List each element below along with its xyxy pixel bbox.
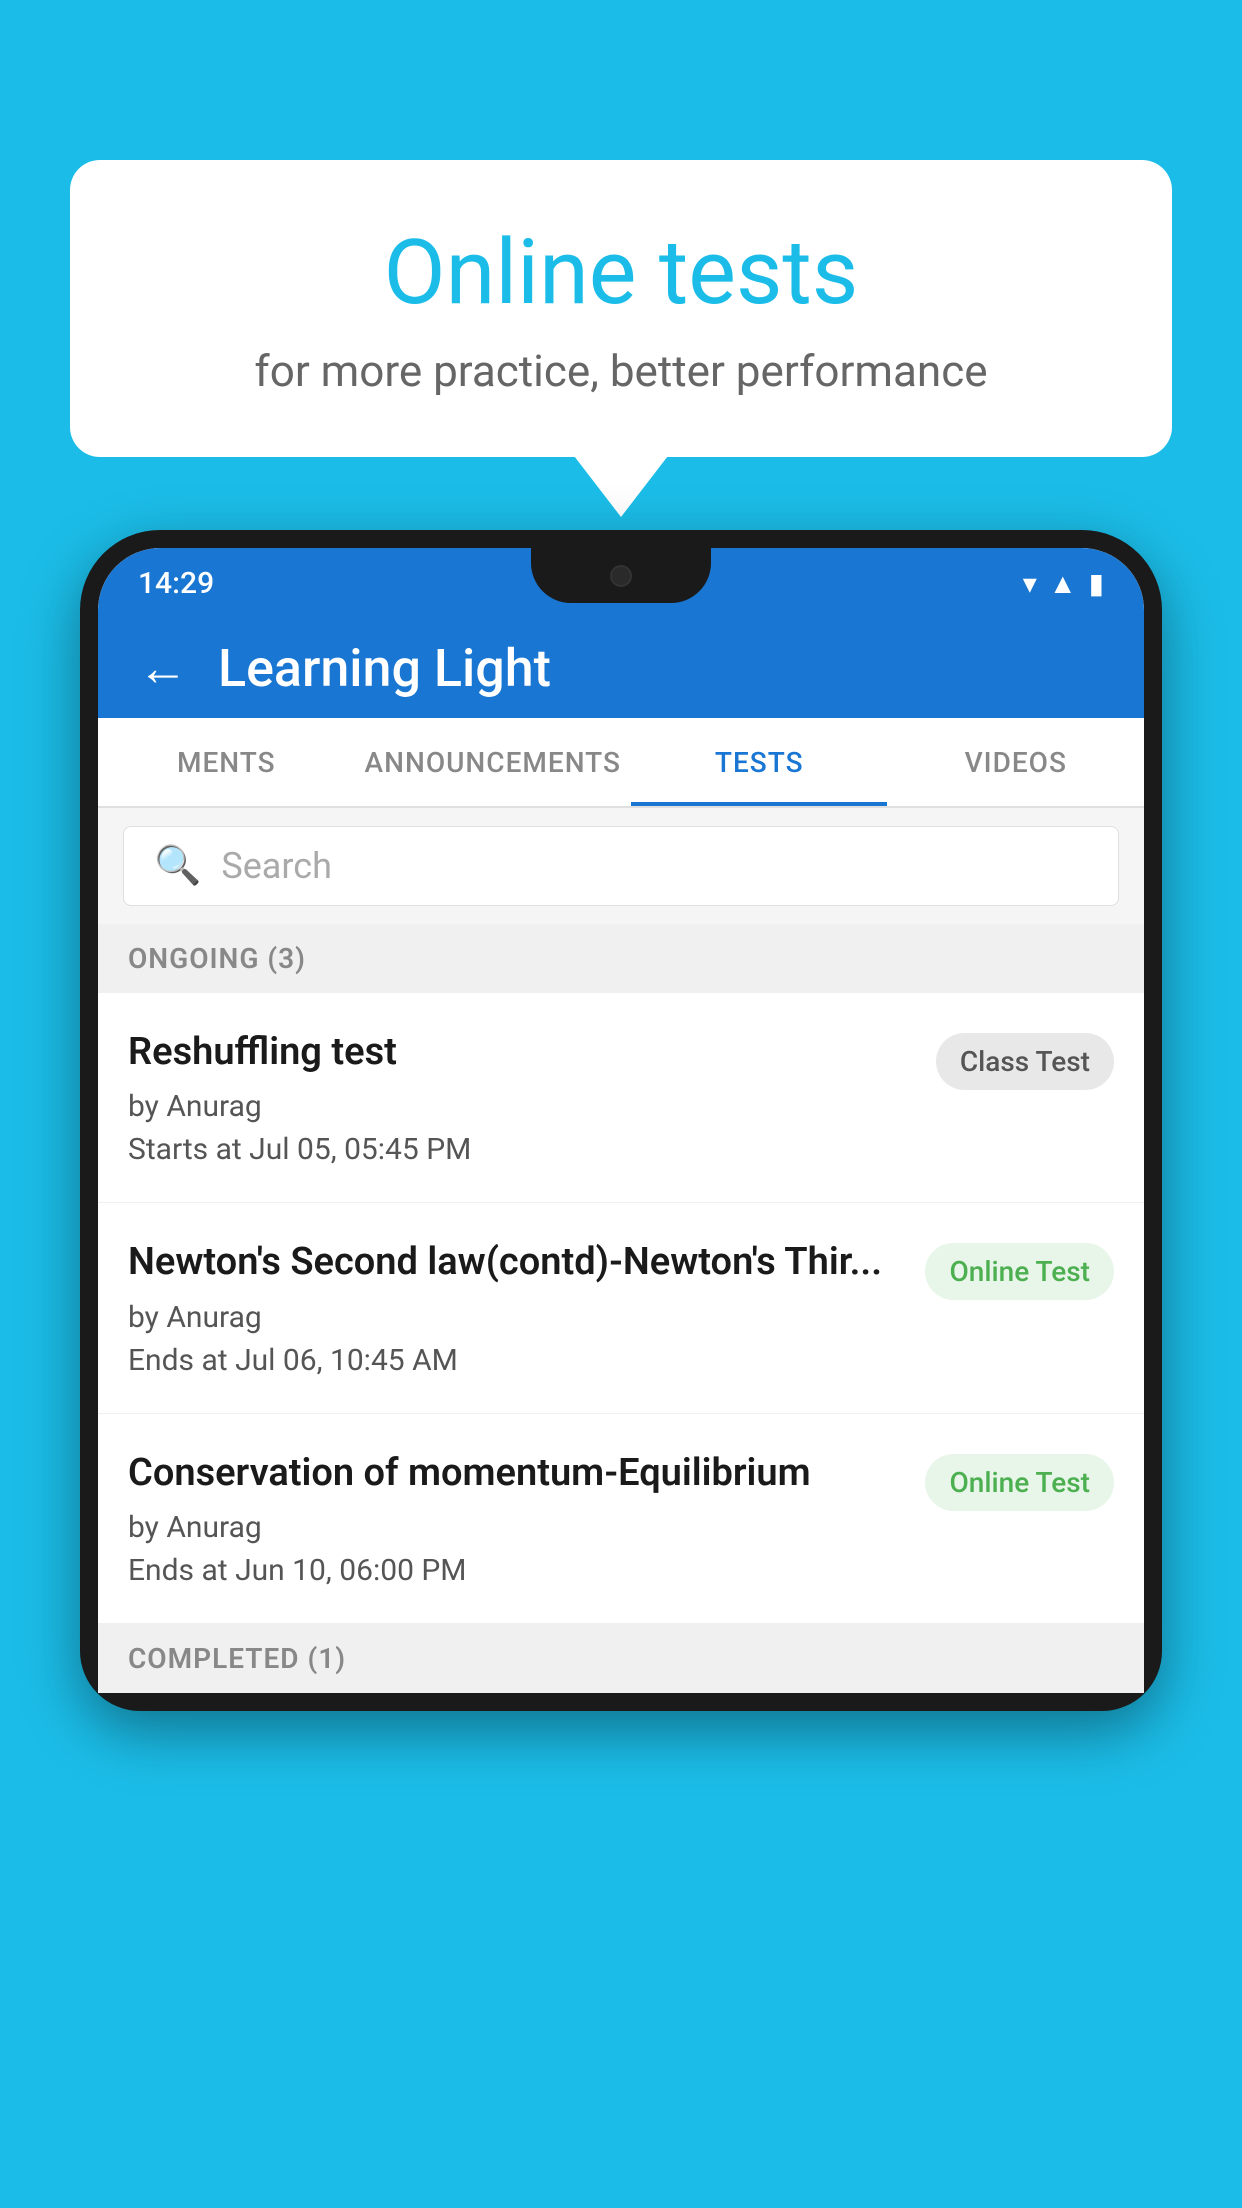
tab-ments[interactable]: MENTS (98, 718, 355, 806)
notch (531, 548, 711, 603)
test-title-2: Newton's Second law(contd)-Newton's Thir… (128, 1238, 905, 1287)
test-info-1: Reshuffling test by Anurag Starts at Jul… (128, 1028, 936, 1167)
phone-outer: 14:29 ▾ ▲ ▮ ← Learning Light MENTS (80, 530, 1162, 1711)
tab-tests[interactable]: TESTS (631, 718, 888, 806)
search-bar[interactable]: 🔍 Search (123, 826, 1119, 906)
tab-videos[interactable]: VIDEOS (887, 718, 1144, 806)
signal-icon: ▲ (1049, 567, 1077, 600)
battery-icon: ▮ (1089, 567, 1104, 600)
app-title: Learning Light (218, 638, 551, 699)
status-bar: 14:29 ▾ ▲ ▮ (98, 548, 1144, 618)
test-author-3: by Anurag (128, 1510, 905, 1545)
tab-announcements[interactable]: ANNOUNCEMENTS (355, 718, 631, 806)
section-ongoing-header: ONGOING (3) (98, 924, 1144, 993)
tab-bar: MENTS ANNOUNCEMENTS TESTS VIDEOS (98, 718, 1144, 808)
speech-bubble-title: Online tests (150, 220, 1092, 325)
test-date-3: Ends at Jun 10, 06:00 PM (128, 1553, 905, 1588)
status-time: 14:29 (138, 566, 214, 601)
search-container: 🔍 Search (98, 808, 1144, 924)
wifi-icon: ▾ (1023, 567, 1037, 600)
search-icon: 🔍 (154, 844, 201, 888)
search-placeholder: Search (221, 845, 332, 887)
test-badge-3: Online Test (925, 1454, 1114, 1511)
test-info-2: Newton's Second law(contd)-Newton's Thir… (128, 1238, 925, 1377)
speech-bubble: Online tests for more practice, better p… (70, 160, 1172, 457)
camera-dot (610, 565, 632, 587)
back-button[interactable]: ← (138, 639, 188, 698)
test-badge-1: Class Test (936, 1033, 1114, 1090)
test-title-3: Conservation of momentum-Equilibrium (128, 1449, 905, 1498)
test-badge-2: Online Test (925, 1243, 1114, 1300)
test-author-1: by Anurag (128, 1089, 916, 1124)
speech-bubble-subtitle: for more practice, better performance (150, 345, 1092, 397)
test-item-1[interactable]: Reshuffling test by Anurag Starts at Jul… (98, 993, 1144, 1203)
phone-wrapper: 14:29 ▾ ▲ ▮ ← Learning Light MENTS (80, 530, 1162, 2208)
test-item-2[interactable]: Newton's Second law(contd)-Newton's Thir… (98, 1203, 1144, 1413)
test-list: Reshuffling test by Anurag Starts at Jul… (98, 993, 1144, 1624)
test-info-3: Conservation of momentum-Equilibrium by … (128, 1449, 925, 1588)
test-item-3[interactable]: Conservation of momentum-Equilibrium by … (98, 1414, 1144, 1624)
test-date-2: Ends at Jul 06, 10:45 AM (128, 1343, 905, 1378)
phone-screen: 14:29 ▾ ▲ ▮ ← Learning Light MENTS (98, 548, 1144, 1693)
section-completed-header: COMPLETED (1) (98, 1624, 1144, 1693)
test-author-2: by Anurag (128, 1300, 905, 1335)
status-icons: ▾ ▲ ▮ (1023, 567, 1104, 600)
test-date-1: Starts at Jul 05, 05:45 PM (128, 1132, 916, 1167)
test-title-1: Reshuffling test (128, 1028, 916, 1077)
app-bar: ← Learning Light (98, 618, 1144, 718)
